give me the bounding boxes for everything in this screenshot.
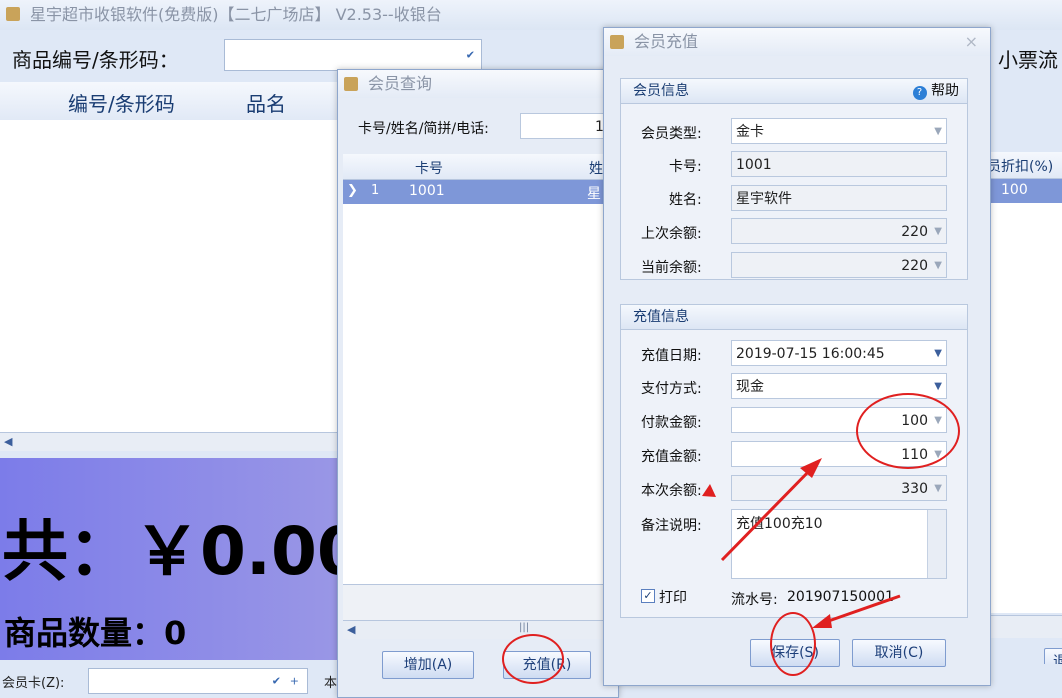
annotation-arrows	[702, 458, 901, 628]
annotation-arrow-line	[819, 594, 901, 626]
annotation-arrow-line	[720, 464, 816, 562]
annotation-marker	[702, 484, 716, 497]
annotation-arrow-head	[812, 614, 832, 628]
